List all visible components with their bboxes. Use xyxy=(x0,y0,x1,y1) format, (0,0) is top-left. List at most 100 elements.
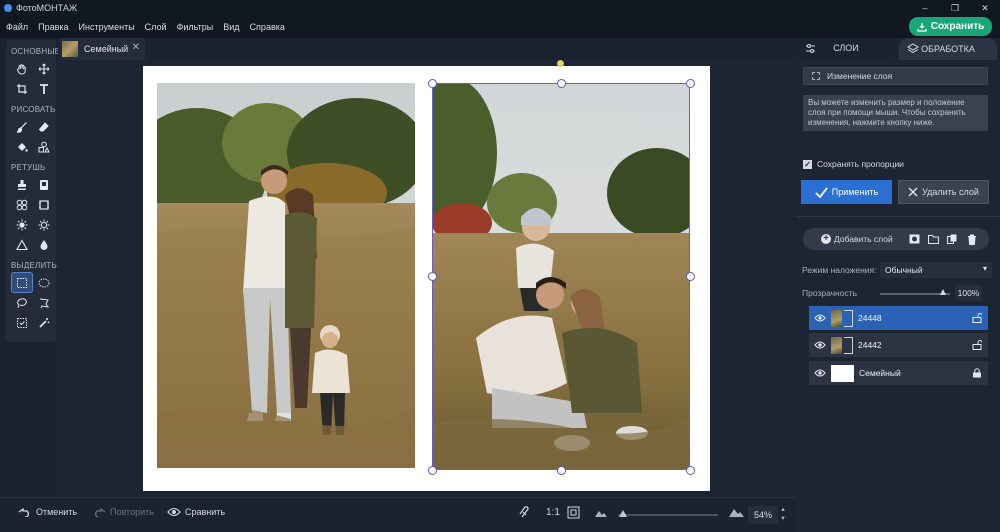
resize-handle-bottom-right[interactable] xyxy=(686,466,695,475)
resize-handle-top[interactable] xyxy=(557,79,566,88)
layer-thumbnail xyxy=(831,364,854,382)
eye-icon[interactable] xyxy=(814,314,826,322)
document-tab[interactable]: Семейный ✕ xyxy=(60,38,145,60)
layer-row[interactable]: Семейный xyxy=(809,361,988,386)
selection-frame[interactable] xyxy=(432,83,690,470)
info-text: Вы можете изменить размер и положение сл… xyxy=(803,95,988,131)
zoom-slider-handle[interactable] xyxy=(619,510,627,517)
tool-group-label: ОСНОВНЫЕ xyxy=(11,47,61,56)
resize-handle-top-right[interactable] xyxy=(686,79,695,88)
menu-layer[interactable]: Слой xyxy=(145,22,167,32)
undo-button[interactable]: Отменить xyxy=(18,507,77,517)
lasso-icon[interactable] xyxy=(12,293,32,312)
menu-filters[interactable]: Фильтры xyxy=(177,22,214,32)
maximize-icon[interactable]: ❐ xyxy=(940,0,970,16)
menu-view[interactable]: Вид xyxy=(223,22,239,32)
frame-icon[interactable] xyxy=(34,195,54,214)
unlock-icon[interactable] xyxy=(972,313,982,323)
edit-layer-button[interactable]: Изменение слоя xyxy=(803,67,988,85)
stamp-icon[interactable] xyxy=(12,175,32,194)
duplicate-icon[interactable] xyxy=(945,231,961,247)
menu-edit[interactable]: Правка xyxy=(38,22,68,32)
layers-icon xyxy=(907,43,919,54)
canvas-area[interactable] xyxy=(58,60,795,497)
compare-button[interactable]: Сравнить xyxy=(167,507,225,517)
move-icon[interactable] xyxy=(34,59,54,78)
opacity-slider-handle[interactable] xyxy=(940,289,946,295)
brightness-icon[interactable] xyxy=(12,215,32,234)
layer-row[interactable]: 24448 xyxy=(809,306,988,331)
minimize-icon[interactable]: – xyxy=(910,0,940,16)
rotate-handle[interactable] xyxy=(557,60,564,67)
opacity-row: Прозрачность 100% xyxy=(802,285,992,301)
delete-layer-button[interactable]: Удалить слой xyxy=(898,180,989,204)
magnet-icon xyxy=(519,506,529,518)
save-label: Сохранить xyxy=(930,21,985,32)
rect-select-icon[interactable] xyxy=(11,272,33,293)
menu-file[interactable]: Файл xyxy=(6,22,28,32)
poly-lasso-icon[interactable] xyxy=(34,293,54,312)
fit-screen-button[interactable] xyxy=(567,506,584,519)
folder-icon[interactable] xyxy=(926,231,942,247)
checkmark-icon[interactable]: ✓ xyxy=(803,159,812,169)
resize-handle-bottom-left[interactable] xyxy=(428,466,437,475)
zoom-in-button[interactable] xyxy=(729,507,748,517)
menu-help[interactable]: Справка xyxy=(250,22,285,32)
add-layer-button[interactable]: + Добавить слой xyxy=(821,234,893,244)
shapes-icon[interactable] xyxy=(34,137,54,156)
actual-size-button[interactable]: 1:1 xyxy=(546,507,560,518)
layer-thumbnail xyxy=(831,309,842,327)
opacity-value[interactable]: 100% xyxy=(955,285,982,301)
redo-button[interactable]: Повторить xyxy=(92,507,154,517)
artboard[interactable] xyxy=(143,60,710,491)
add-layer-label: Добавить слой xyxy=(834,234,893,244)
save-button[interactable]: Сохранить xyxy=(909,17,992,36)
compare-label: Сравнить xyxy=(185,507,226,517)
menu-tools[interactable]: Инструменты xyxy=(79,22,135,32)
snap-button[interactable] xyxy=(519,506,535,519)
eye-icon[interactable] xyxy=(814,369,826,377)
ellipse-select-icon[interactable] xyxy=(34,273,54,292)
brush-icon[interactable] xyxy=(12,117,32,136)
resize-handle-left[interactable] xyxy=(428,272,437,281)
patch-icon[interactable] xyxy=(34,175,54,194)
close-icon[interactable]: ✕ xyxy=(970,0,1000,16)
sharpen-icon[interactable] xyxy=(12,235,32,254)
app-title: ФотоМОНТАЖ xyxy=(16,3,78,13)
zoom-stepper[interactable]: ▲ ▼ xyxy=(780,506,786,524)
exposure-icon[interactable] xyxy=(34,215,54,234)
photo-layer-24442[interactable] xyxy=(157,83,415,468)
zoom-value[interactable]: 54% xyxy=(748,506,778,524)
apply-button[interactable]: Применить xyxy=(801,180,892,204)
resize-handle-bottom[interactable] xyxy=(557,466,566,475)
mask-icon[interactable] xyxy=(907,231,923,247)
close-tab-icon[interactable]: ✕ xyxy=(132,42,140,53)
tool-group-label: РЕТУШЬ xyxy=(11,163,46,172)
tab-layers[interactable]: СЛОИ xyxy=(797,38,895,60)
x-icon xyxy=(908,187,918,197)
resize-handle-right[interactable] xyxy=(686,272,695,281)
layer-row[interactable]: 24442 xyxy=(809,333,988,358)
zoom-out-button[interactable] xyxy=(595,509,611,517)
crop-icon[interactable] xyxy=(12,79,32,98)
resize-handle-top-left[interactable] xyxy=(428,79,437,88)
heal-icon[interactable] xyxy=(12,195,32,214)
tab-processing[interactable]: ОБРАБОТКА xyxy=(899,38,997,60)
fill-icon[interactable] xyxy=(12,137,32,156)
unlock-icon[interactable] xyxy=(972,340,982,350)
select-all-icon[interactable] xyxy=(12,313,32,332)
zoom-slider-track[interactable] xyxy=(618,514,718,516)
tool-group-label: ВЫДЕЛИТЬ xyxy=(11,261,57,270)
magic-wand-icon[interactable] xyxy=(34,313,54,332)
download-icon xyxy=(917,22,927,32)
eye-icon[interactable] xyxy=(814,341,826,349)
blend-mode-row: Режим наложения: Обычный ▾ xyxy=(802,262,992,278)
text-icon[interactable] xyxy=(34,79,54,98)
trash-icon[interactable] xyxy=(964,231,980,247)
keep-proportions-checkbox[interactable]: ✓ Сохранять пропорции xyxy=(803,159,904,169)
hand-icon[interactable] xyxy=(12,59,32,78)
lock-icon[interactable] xyxy=(972,368,982,378)
eraser-icon[interactable] xyxy=(34,117,54,136)
drop-icon[interactable] xyxy=(34,235,54,254)
blend-mode-select[interactable]: Обычный ▾ xyxy=(880,262,992,278)
